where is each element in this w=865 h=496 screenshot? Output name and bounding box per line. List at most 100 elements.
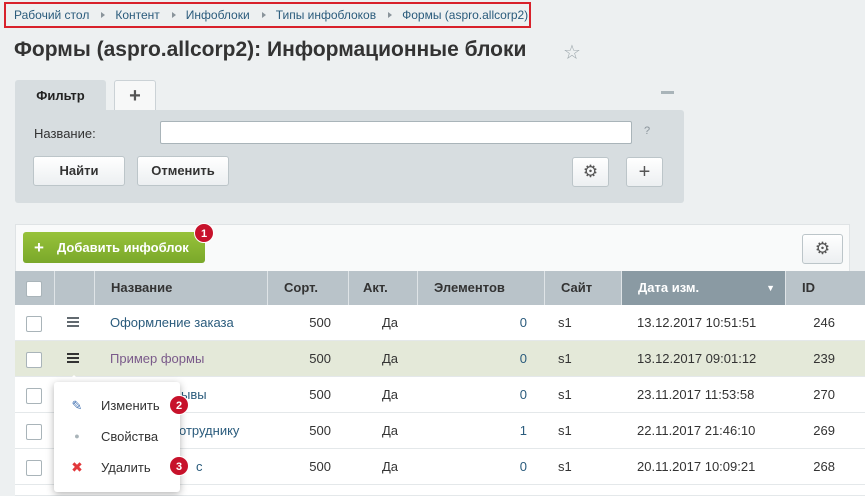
header-checkbox-cell — [15, 271, 55, 305]
plus-icon: + — [129, 85, 141, 107]
row-sort: 500 — [309, 351, 331, 366]
menu-item-delete[interactable]: ✖ Удалить — [54, 452, 180, 483]
row-id: 246 — [813, 315, 835, 330]
row-active: Да — [382, 423, 399, 438]
row-elements[interactable]: 0 — [418, 449, 527, 485]
breadcrumb-item-content[interactable]: Контент — [115, 8, 159, 22]
row-active: Да — [382, 387, 399, 402]
plus-icon: + — [34, 238, 44, 257]
row-elements[interactable]: 0 — [418, 305, 527, 341]
context-menu-pointer — [67, 375, 81, 382]
row-context-menu: ✎ Изменить ● Свойства ✖ Удалить — [54, 382, 180, 492]
add-filter-tab-button[interactable]: + — [114, 80, 156, 111]
row-site: s1 — [558, 351, 572, 366]
breadcrumb-separator-icon — [101, 12, 106, 18]
row-name[interactable]: отруднику — [179, 413, 239, 449]
row-id: 270 — [813, 387, 835, 402]
row-menu-icon[interactable] — [67, 353, 79, 355]
delete-icon: ✖ — [71, 459, 83, 475]
select-all-checkbox[interactable] — [26, 281, 42, 297]
breadcrumb-item-forms[interactable]: Формы (aspro.allcorp2) — [402, 8, 528, 22]
row-id: 269 — [813, 423, 835, 438]
menu-item-edit[interactable]: ✎ Изменить — [54, 390, 180, 421]
column-elements[interactable]: Элементов — [418, 271, 545, 305]
row-active: Да — [382, 315, 399, 330]
row-id: 239 — [813, 351, 835, 366]
row-menu-icon[interactable] — [67, 317, 79, 319]
list-settings-button[interactable]: ⚙ — [802, 234, 843, 264]
row-id: 268 — [813, 459, 835, 474]
edit-icon: ✎ — [71, 398, 83, 413]
row-checkbox[interactable] — [26, 316, 42, 332]
table-row[interactable]: Пример формы 500 Да 0 s1 13.12.2017 09:0… — [15, 341, 865, 377]
cancel-button[interactable]: Отменить — [137, 156, 229, 186]
column-sort[interactable]: Сорт. — [268, 271, 349, 305]
column-date-label: Дата изм. — [638, 280, 700, 295]
step-badge-1: 1 — [194, 223, 214, 243]
table-header: Название Сорт. Акт. Элементов Сайт Дата … — [15, 271, 865, 305]
row-checkbox[interactable] — [26, 424, 42, 440]
row-elements[interactable]: 1 — [418, 413, 527, 449]
column-site[interactable]: Сайт — [545, 271, 622, 305]
row-name[interactable]: Оформление заказа — [110, 305, 234, 341]
row-sort: 500 — [309, 459, 331, 474]
filter-name-label: Название: — [34, 126, 96, 141]
step-badge-3: 3 — [169, 456, 189, 476]
header-actions-cell — [55, 271, 95, 305]
row-site: s1 — [558, 387, 572, 402]
add-infoblock-label: Добавить инфоблок — [57, 240, 189, 255]
row-sort: 500 — [309, 423, 331, 438]
row-checkbox[interactable] — [26, 460, 42, 476]
add-filter-field-button[interactable]: + — [626, 157, 663, 187]
filter-settings-button[interactable]: ⚙ — [572, 157, 609, 187]
row-active: Да — [382, 351, 399, 366]
menu-item-properties[interactable]: ● Свойства — [54, 421, 180, 452]
page-title: Формы (aspro.allcorp2): Информационные б… — [14, 38, 527, 61]
menu-item-edit-label: Изменить — [101, 398, 160, 413]
row-active: Да — [382, 459, 399, 474]
breadcrumb-separator-icon — [261, 12, 266, 18]
column-active[interactable]: Акт. — [349, 271, 418, 305]
breadcrumb-separator-icon — [171, 12, 176, 18]
row-site: s1 — [558, 423, 572, 438]
minimize-filter-icon[interactable] — [661, 91, 674, 94]
row-site: s1 — [558, 315, 572, 330]
row-date: 13.12.2017 09:01:12 — [637, 351, 757, 366]
menu-item-delete-label: Удалить — [101, 460, 151, 475]
row-checkbox[interactable] — [26, 352, 42, 368]
dot-icon: ● — [74, 431, 80, 441]
column-id[interactable]: ID — [786, 271, 865, 305]
breadcrumb-item-infoblocks[interactable]: Инфоблоки — [186, 8, 250, 22]
gear-icon: ⚙ — [582, 162, 599, 181]
breadcrumb-item-desktop[interactable]: Рабочий стол — [14, 8, 89, 22]
table-row[interactable]: Оформление заказа 500 Да 0 s1 13.12.2017… — [15, 305, 865, 341]
tab-filter[interactable]: Фильтр — [15, 80, 106, 111]
step-badge-2: 2 — [169, 395, 189, 415]
row-sort: 500 — [309, 387, 331, 402]
row-site: s1 — [558, 459, 572, 474]
row-date: 23.11.2017 11:53:58 — [637, 387, 755, 402]
column-name[interactable]: Название — [95, 271, 268, 305]
find-button[interactable]: Найти — [33, 156, 125, 186]
add-infoblock-button[interactable]: + Добавить инфоблок — [23, 232, 205, 263]
star-icon[interactable]: ☆ — [563, 40, 581, 65]
row-name[interactable]: Пример формы — [110, 341, 204, 377]
row-elements[interactable]: 0 — [418, 377, 527, 413]
row-elements[interactable]: 0 — [418, 341, 527, 377]
row-date: 20.11.2017 10:09:21 — [637, 459, 756, 474]
gear-icon: ⚙ — [814, 239, 831, 258]
breadcrumb-separator-icon — [388, 12, 393, 18]
column-date-modified[interactable]: Дата изм. ▼ — [622, 271, 786, 305]
filter-name-input[interactable] — [160, 121, 632, 144]
menu-item-properties-label: Свойства — [101, 429, 159, 444]
breadcrumb: Рабочий стол Контент Инфоблоки Типы инфо… — [4, 2, 531, 28]
row-name[interactable]: с — [196, 449, 203, 485]
row-date: 13.12.2017 10:51:51 — [637, 315, 757, 330]
help-icon[interactable]: ? — [644, 125, 650, 137]
plus-icon: + — [638, 161, 651, 183]
row-sort: 500 — [309, 315, 331, 330]
breadcrumb-item-infoblock-types[interactable]: Типы инфоблоков — [276, 8, 376, 22]
row-date: 22.11.2017 21:46:10 — [637, 423, 756, 438]
sort-desc-icon: ▼ — [766, 283, 775, 293]
row-checkbox[interactable] — [26, 388, 42, 404]
